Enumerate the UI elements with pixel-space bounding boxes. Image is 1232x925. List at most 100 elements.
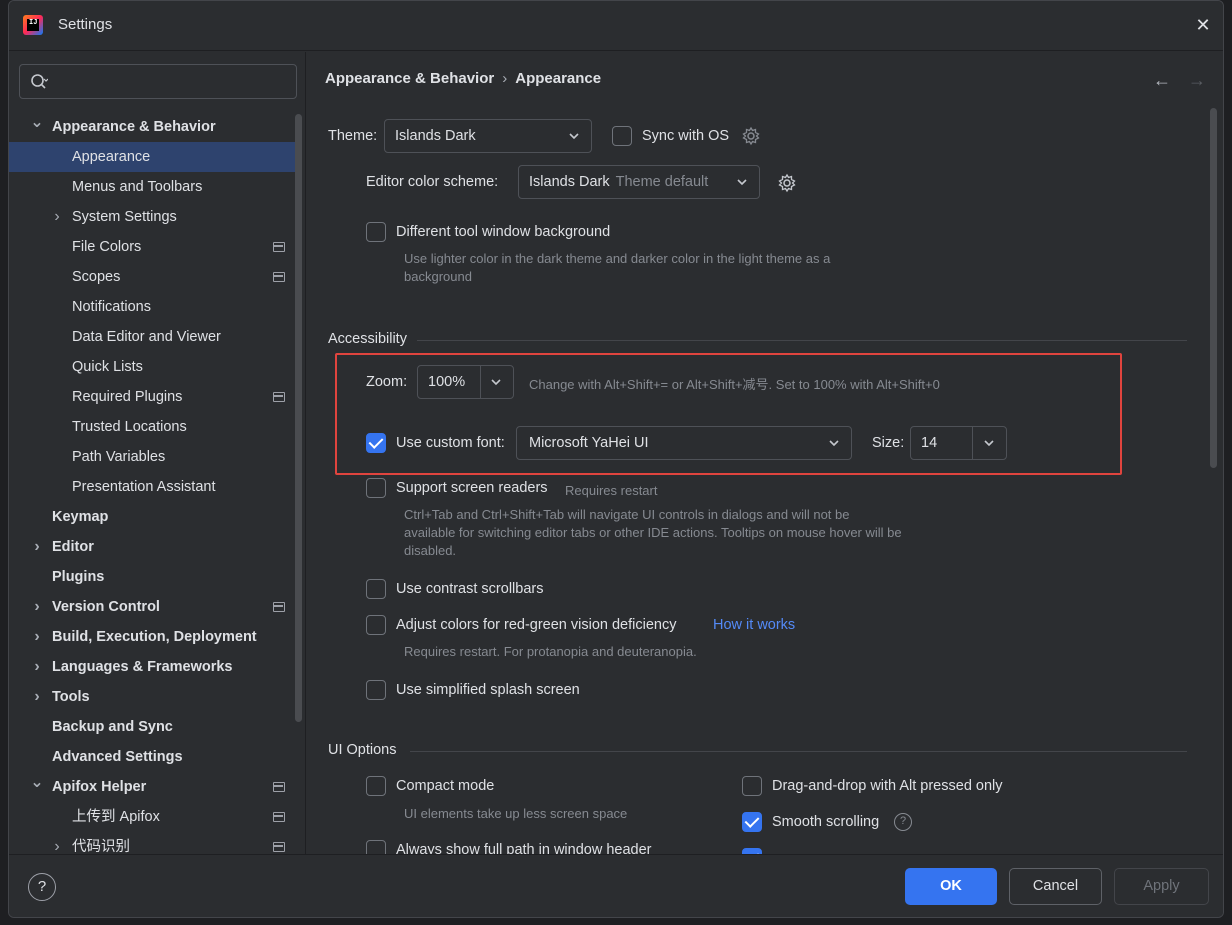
sidebar-item[interactable]: Quick Lists <box>9 352 299 382</box>
apply-button[interactable]: Apply <box>1114 868 1209 905</box>
sidebar-item-label: Trusted Locations <box>72 419 187 435</box>
chevron-down-icon <box>829 440 839 447</box>
sidebar-item[interactable]: › Languages & Frameworks <box>9 652 299 682</box>
dialog-footer: ? OK Cancel Apply <box>9 854 1223 917</box>
search-input[interactable] <box>58 71 288 93</box>
splash-checkbox[interactable] <box>366 680 386 700</box>
sidebar-item[interactable]: › Tools <box>9 682 299 712</box>
font-combo[interactable]: Microsoft YaHei UI <box>516 426 852 460</box>
cancel-button[interactable]: Cancel <box>1009 868 1102 905</box>
title-bar: IJ Settings ✕ <box>9 1 1223 51</box>
sidebar-item[interactable]: › Editor <box>9 532 299 562</box>
close-icon[interactable]: ✕ <box>1193 15 1213 35</box>
colorblind-hint: Requires restart. For protanopia and deu… <box>404 644 697 659</box>
sidebar-item[interactable]: Menus and Toolbars <box>9 172 299 202</box>
chevron-right-icon[interactable]: › <box>30 592 44 622</box>
sidebar-item-label: Data Editor and Viewer <box>72 329 221 345</box>
combo-divider <box>972 427 973 459</box>
colorblind-label: Adjust colors for red-green vision defic… <box>396 617 677 633</box>
sidebar-item-label: Advanced Settings <box>52 749 183 765</box>
project-scope-icon <box>273 392 285 402</box>
gear-icon[interactable] <box>777 173 797 193</box>
sidebar-item-label: Presentation Assistant <box>72 479 216 495</box>
chevron-right-icon[interactable]: › <box>30 652 44 682</box>
dnd-alt-checkbox[interactable] <box>742 776 762 796</box>
sidebar-scrollbar[interactable] <box>295 114 302 722</box>
chevron-down-icon[interactable]: ⌄ <box>30 768 44 798</box>
sidebar-item-label: Editor <box>52 539 94 555</box>
window-title: Settings <box>58 16 113 33</box>
sidebar-item[interactable]: Required Plugins <box>9 382 299 412</box>
zoom-value: 100% <box>428 374 466 390</box>
sidebar-item[interactable]: Plugins <box>9 562 299 592</box>
sidebar-item[interactable]: Presentation Assistant <box>9 472 299 502</box>
project-scope-icon <box>273 782 285 792</box>
forward-arrow-icon[interactable]: → <box>1188 70 1206 91</box>
logo-text: IJ <box>29 19 38 27</box>
diff-bg-checkbox[interactable] <box>366 222 386 242</box>
custom-font-label: Use custom font: <box>396 435 505 451</box>
sidebar-item-label: Path Variables <box>72 449 166 465</box>
content-scrollbar[interactable] <box>1210 108 1217 468</box>
theme-value: Islands Dark <box>395 128 476 144</box>
sidebar-item-label: Tools <box>52 689 90 705</box>
chevron-right-icon[interactable]: › <box>30 682 44 712</box>
scheme-combo[interactable]: Islands Dark Theme default <box>518 165 760 199</box>
sidebar-item-label: Build, Execution, Deployment <box>52 629 257 645</box>
sync-os-label: Sync with OS <box>642 128 730 144</box>
smooth-scrolling-label: Smooth scrolling <box>772 814 880 830</box>
sidebar-item[interactable]: ⌄ Appearance & Behavior <box>9 112 299 142</box>
how-it-works-link[interactable]: How it works <box>713 617 795 633</box>
scheme-sub: Theme default <box>615 174 709 190</box>
sidebar-item[interactable]: › Build, Execution, Deployment <box>9 622 299 652</box>
custom-font-checkbox[interactable] <box>366 433 386 453</box>
chevron-right-icon[interactable]: › <box>30 532 44 562</box>
sidebar-item-label: Backup and Sync <box>52 719 173 735</box>
sidebar-item[interactable]: Path Variables <box>9 442 299 472</box>
ok-button[interactable]: OK <box>905 868 997 905</box>
chevron-right-icon[interactable]: › <box>50 202 64 232</box>
breadcrumb-parent[interactable]: Appearance & Behavior <box>325 70 494 87</box>
sidebar-item-label: Version Control <box>52 599 160 615</box>
scheme-value: Islands Dark Theme default <box>529 174 708 190</box>
compact-mode-checkbox[interactable] <box>366 776 386 796</box>
sidebar-item-label: 上传到 Apifox <box>72 809 160 825</box>
colorblind-checkbox[interactable] <box>366 615 386 635</box>
size-combo[interactable]: 14 <box>910 426 1007 460</box>
sidebar-item[interactable]: Trusted Locations <box>9 412 299 442</box>
sidebar-item[interactable]: Scopes <box>9 262 299 292</box>
smooth-scrolling-checkbox[interactable] <box>742 812 762 832</box>
sidebar-item[interactable]: ⌄ Apifox Helper <box>9 772 299 802</box>
screen-readers-checkbox[interactable] <box>366 478 386 498</box>
theme-combo[interactable]: Islands Dark <box>384 119 592 153</box>
zoom-combo[interactable]: 100% <box>417 365 514 399</box>
sidebar-item[interactable]: Backup and Sync <box>9 712 299 742</box>
font-value: Microsoft YaHei UI <box>529 435 649 451</box>
sidebar-item-label: Required Plugins <box>72 389 183 405</box>
sidebar-item[interactable]: Advanced Settings <box>9 742 299 772</box>
sidebar-item[interactable]: File Colors <box>9 232 299 262</box>
screen-readers-hint: Ctrl+Tab and Ctrl+Shift+Tab will navigat… <box>404 507 902 558</box>
dnd-alt-label: Drag-and-drop with Alt pressed only <box>772 778 1003 794</box>
size-value: 14 <box>921 435 938 451</box>
sidebar-item[interactable]: Keymap <box>9 502 299 532</box>
sidebar-item[interactable]: Notifications <box>9 292 299 322</box>
sync-os-checkbox[interactable] <box>612 126 632 146</box>
sidebar-item[interactable]: Data Editor and Viewer <box>9 322 299 352</box>
sidebar-item[interactable]: 上传到 Apifox <box>9 802 299 832</box>
chevron-right-icon[interactable]: › <box>30 622 44 652</box>
sidebar-item[interactable]: › System Settings <box>9 202 299 232</box>
help-icon[interactable]: ? <box>894 813 912 831</box>
sidebar-item[interactable]: › Version Control <box>9 592 299 622</box>
size-label: Size: <box>872 435 905 451</box>
search-field[interactable] <box>19 64 297 99</box>
back-arrow-icon[interactable]: ← <box>1153 70 1171 91</box>
contrast-scrollbars-checkbox[interactable] <box>366 579 386 599</box>
help-button[interactable]: ? <box>28 873 56 901</box>
sidebar-item[interactable]: Appearance <box>9 142 299 172</box>
chevron-down-icon[interactable]: ⌄ <box>30 108 44 138</box>
gear-icon[interactable] <box>741 126 761 146</box>
project-scope-icon <box>273 242 285 252</box>
project-scope-icon <box>273 842 285 852</box>
breadcrumb-current: Appearance <box>515 70 602 87</box>
